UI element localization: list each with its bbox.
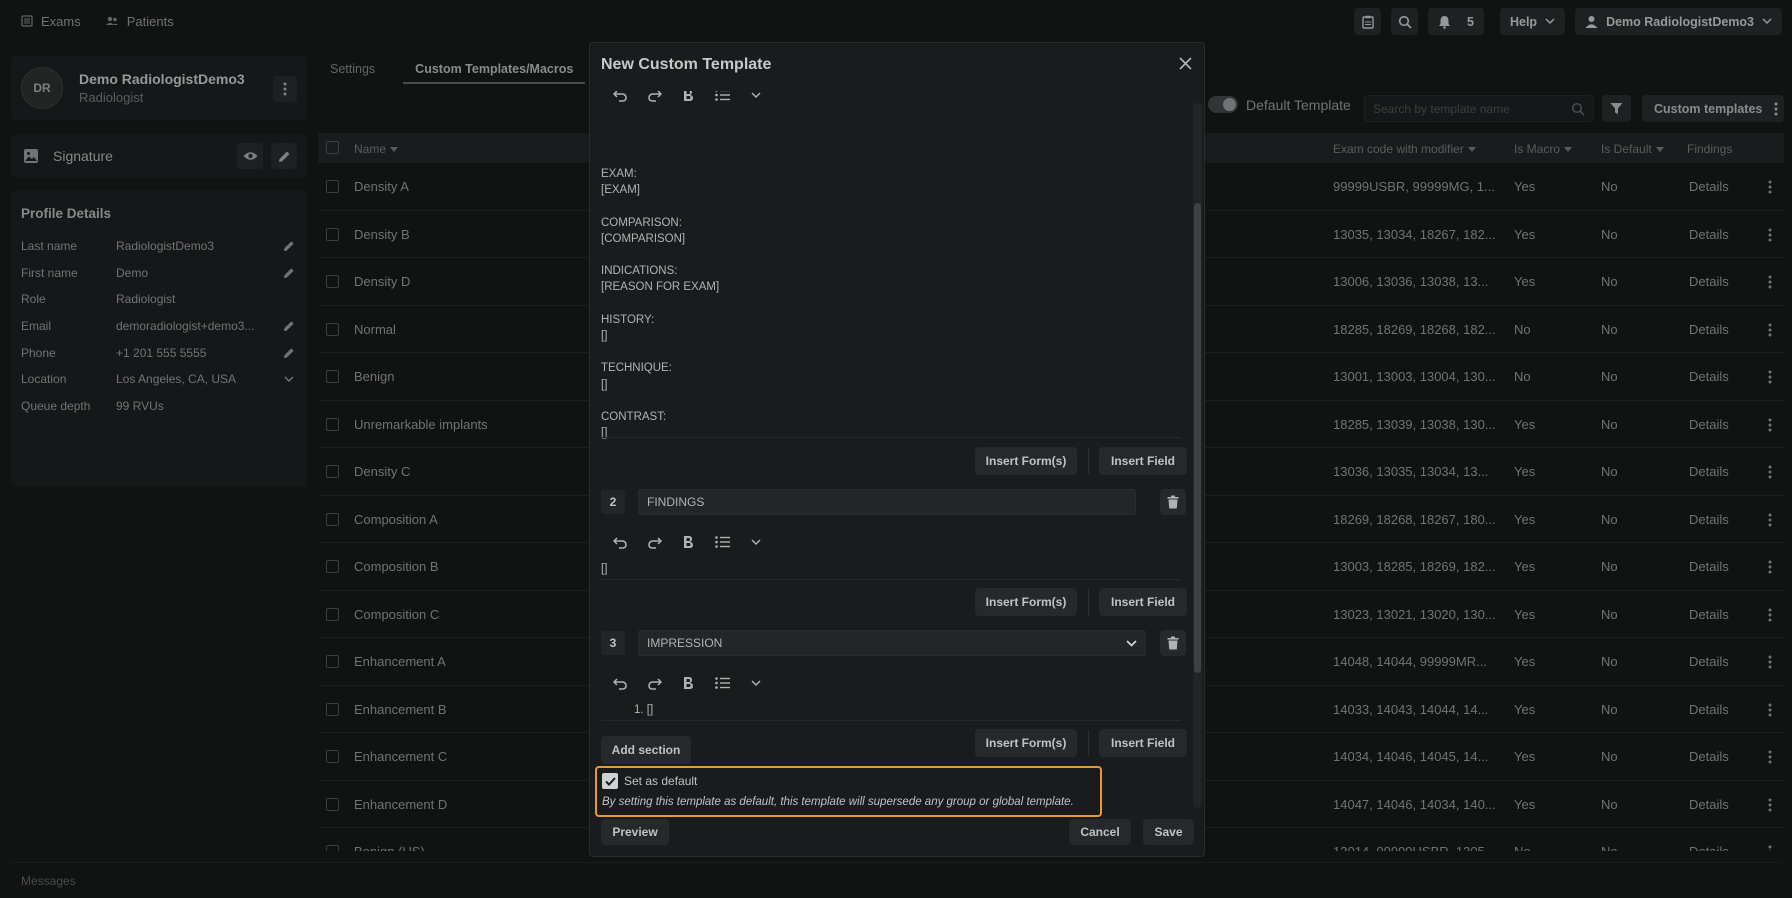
section-name-input[interactable]: FINDINGS	[638, 489, 1136, 515]
section-number: 2	[601, 490, 625, 514]
add-section-button[interactable]: Add section	[601, 736, 691, 764]
chevron-down-icon	[1126, 639, 1137, 647]
undo-icon	[612, 537, 627, 549]
insert-forms-button[interactable]: Insert Form(s)	[975, 588, 1077, 616]
undo-button[interactable]	[610, 532, 630, 552]
content-line: [COMPARISON]	[601, 232, 686, 245]
list-icon	[714, 677, 730, 689]
section-2-divider	[601, 579, 1181, 580]
list-button[interactable]	[712, 91, 732, 105]
redo-icon	[647, 537, 662, 549]
redo-icon	[647, 91, 662, 102]
close-icon	[1179, 57, 1192, 70]
content-line: EXAM:	[601, 168, 637, 180]
button-divider	[1088, 589, 1089, 615]
modal-scrollbar[interactable]	[1193, 103, 1202, 808]
section-3-toolbar	[610, 673, 766, 693]
bold-icon	[684, 536, 693, 548]
trash-icon	[1167, 495, 1179, 509]
insert-field-button[interactable]: Insert Field	[1099, 447, 1187, 475]
list-button[interactable]	[712, 673, 732, 693]
more-dropdown[interactable]	[746, 673, 766, 693]
content-line: INDICATIONS:	[601, 265, 678, 278]
section-3-divider	[601, 720, 1181, 721]
more-dropdown[interactable]	[746, 91, 766, 105]
list-icon	[714, 536, 730, 548]
bold-button[interactable]	[678, 91, 698, 105]
more-dropdown[interactable]	[746, 532, 766, 552]
undo-button[interactable]	[610, 673, 630, 693]
modal-body: EXAM: [EXAM] COMPARISON: [COMPARISON] INDICA…	[590, 91, 1190, 805]
close-button[interactable]	[1179, 57, 1192, 70]
button-divider	[1088, 730, 1089, 756]
undo-icon	[612, 91, 627, 102]
redo-button[interactable]	[644, 91, 664, 105]
button-divider	[1088, 448, 1089, 474]
section-type-value: IMPRESSION	[647, 636, 723, 650]
section-1-toolbar	[610, 91, 766, 105]
set-default-row[interactable]: Set as default	[602, 773, 1095, 789]
section-number: 3	[601, 631, 625, 655]
chevron-down-icon	[751, 538, 761, 545]
undo-button[interactable]	[610, 91, 630, 105]
content-line: TECHNIQUE:	[601, 362, 672, 375]
check-icon	[604, 776, 616, 786]
set-default-label: Set as default	[624, 774, 698, 788]
content-line: CONTRAST:	[601, 411, 667, 423]
section-name-value: FINDINGS	[647, 495, 705, 509]
section-2-toolbar	[610, 532, 766, 552]
new-template-modal: New Custom Template EXAM: [EXAM] COMPARISO…	[589, 42, 1205, 857]
set-default-checkbox[interactable]	[602, 773, 618, 789]
content-line: [REASON FOR EXAM]	[601, 281, 720, 294]
redo-button[interactable]	[644, 532, 664, 552]
chevron-down-icon	[751, 679, 761, 686]
save-button[interactable]: Save	[1143, 819, 1194, 845]
content-line: [EXAM]	[601, 184, 640, 197]
section-type-select[interactable]: IMPRESSION	[638, 630, 1146, 656]
content-line: HISTORY:	[601, 313, 655, 326]
list-icon	[714, 91, 730, 101]
section-2-body[interactable]: []	[601, 563, 607, 575]
redo-icon	[647, 678, 662, 690]
list-button[interactable]	[712, 532, 732, 552]
insert-forms-button[interactable]: Insert Form(s)	[975, 729, 1077, 757]
insert-field-button[interactable]: Insert Field	[1099, 588, 1187, 616]
delete-section-button[interactable]	[1160, 489, 1186, 515]
set-default-panel: Set as default By setting this template …	[595, 766, 1102, 817]
insert-forms-button[interactable]: Insert Form(s)	[975, 447, 1077, 475]
redo-button[interactable]	[644, 673, 664, 693]
content-line: []	[601, 378, 608, 391]
cancel-button[interactable]: Cancel	[1069, 819, 1131, 845]
scrollbar-thumb[interactable]	[1194, 203, 1201, 673]
trash-icon	[1167, 636, 1179, 650]
bold-icon	[684, 677, 693, 689]
preview-button[interactable]: Preview	[601, 819, 669, 845]
content-line: COMPARISON:	[601, 216, 682, 229]
chevron-down-icon	[751, 91, 761, 98]
modal-title: New Custom Template	[601, 56, 772, 73]
bold-button[interactable]	[678, 673, 698, 693]
insert-field-button[interactable]: Insert Field	[1099, 729, 1187, 757]
set-default-note: By setting this template as default, thi…	[602, 796, 1074, 808]
section-1-divider	[601, 437, 1181, 438]
section-3-body[interactable]: 1. []	[634, 704, 653, 716]
content-line: []	[601, 330, 608, 342]
bold-button[interactable]	[678, 532, 698, 552]
undo-icon	[612, 678, 627, 690]
delete-section-button[interactable]	[1160, 630, 1186, 656]
bold-icon	[684, 91, 693, 101]
